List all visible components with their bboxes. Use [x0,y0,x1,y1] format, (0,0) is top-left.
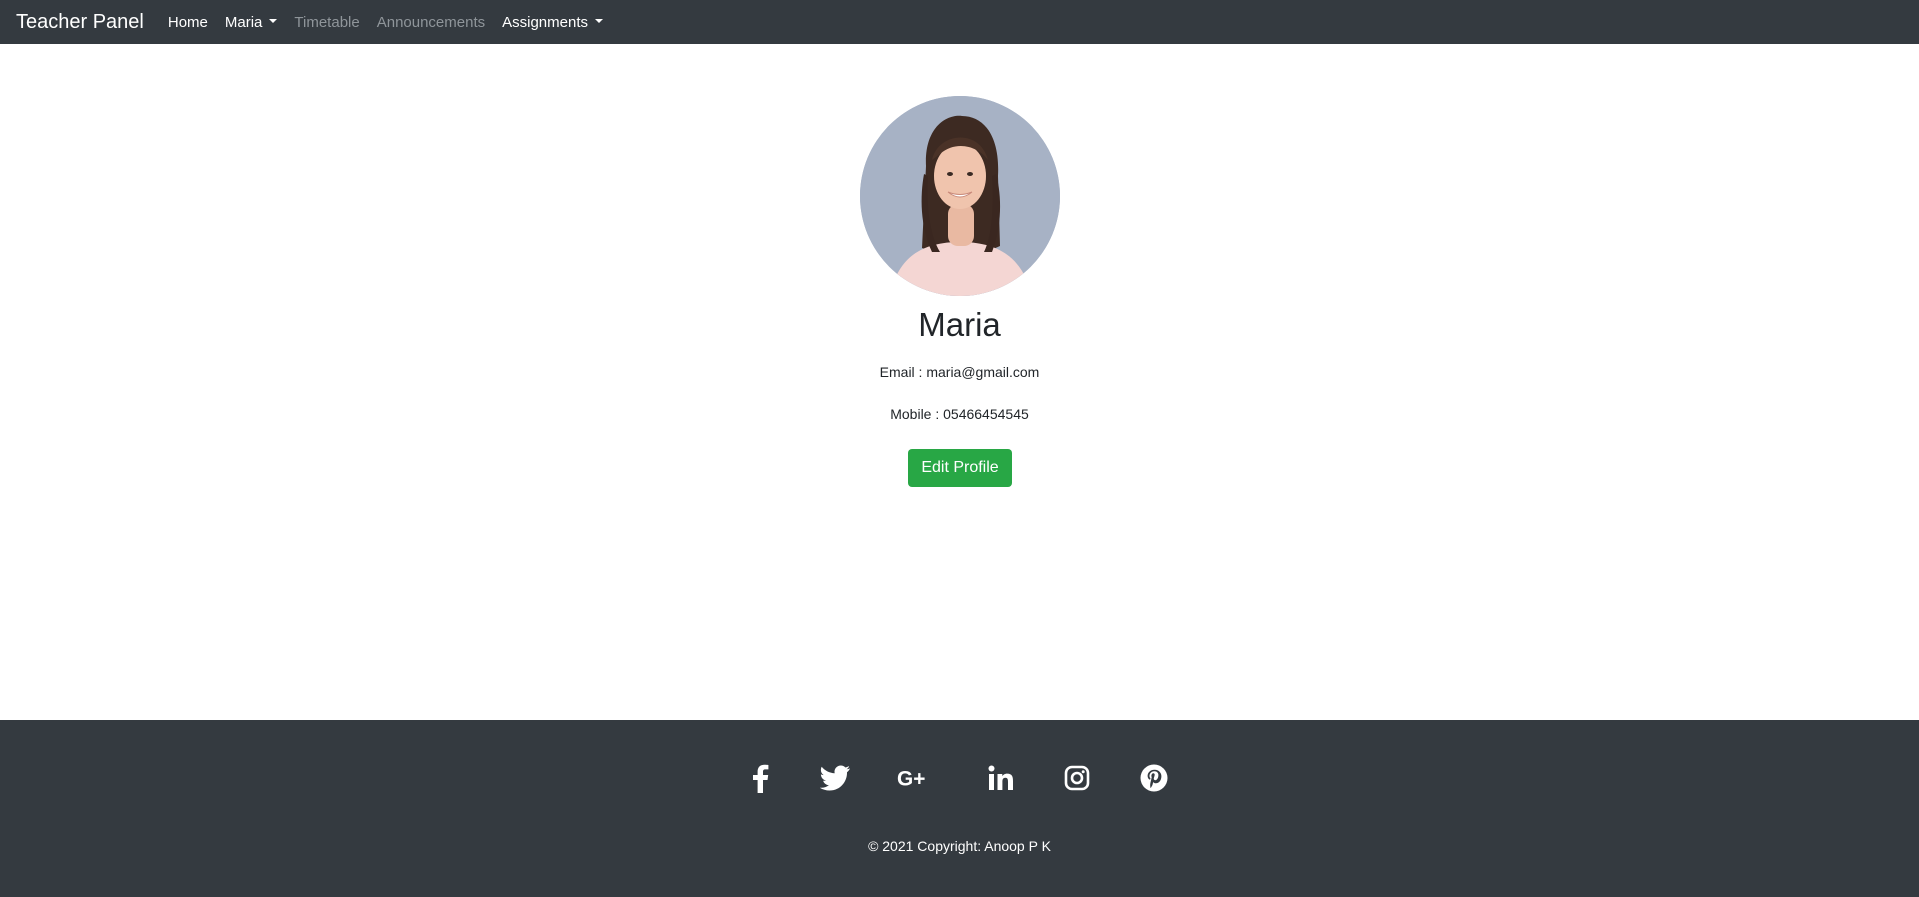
pinterest-icon[interactable] [1136,760,1172,796]
chevron-down-icon [269,19,278,23]
copyright-text: © 2021 Copyright: Anoop P K [868,838,1051,854]
twitter-icon[interactable] [817,760,853,796]
google-plus-icon[interactable]: G+ [897,760,933,796]
nav-timetable-label: Timetable [294,13,360,31]
top-navbar: Teacher Panel Home Maria Timetable Annou… [0,0,1919,44]
nav-home[interactable]: Home [168,14,208,31]
nav-timetable[interactable]: Timetable [294,14,359,31]
facebook-icon[interactable] [742,760,778,796]
avatar-photo [860,96,1060,296]
nav-maria-dropdown[interactable]: Maria [225,14,278,31]
brand-link[interactable]: Teacher Panel [16,11,144,34]
nav-announcements[interactable]: Announcements [377,14,485,31]
nav-announcements-label: Announcements [376,13,486,31]
mobile-text: Mobile : 05466454545 [890,406,1029,422]
svg-text:G+: G+ [897,768,925,790]
edit-profile-button[interactable]: Edit Profile [908,449,1012,487]
nav-assignments-label: Assignments [502,13,588,31]
avatar [860,96,1060,296]
chevron-down-icon [595,19,603,23]
email-text: Email : maria@gmail.com [879,364,1040,380]
profile-section: Maria Email : maria@gmail.com Mobile : 0… [0,44,1919,720]
instagram-icon[interactable] [1059,760,1095,796]
nav-maria-label: Maria [224,13,263,31]
social-links: G+ [0,760,1919,800]
profile-name: Maria [918,306,1001,343]
footer: G+ © 2021 Copyright: Anoop P K [0,720,1919,897]
nav-assignments-dropdown[interactable]: Assignments [502,14,603,31]
linkedin-icon[interactable] [983,760,1019,796]
nav-home-label: Home [167,13,208,31]
